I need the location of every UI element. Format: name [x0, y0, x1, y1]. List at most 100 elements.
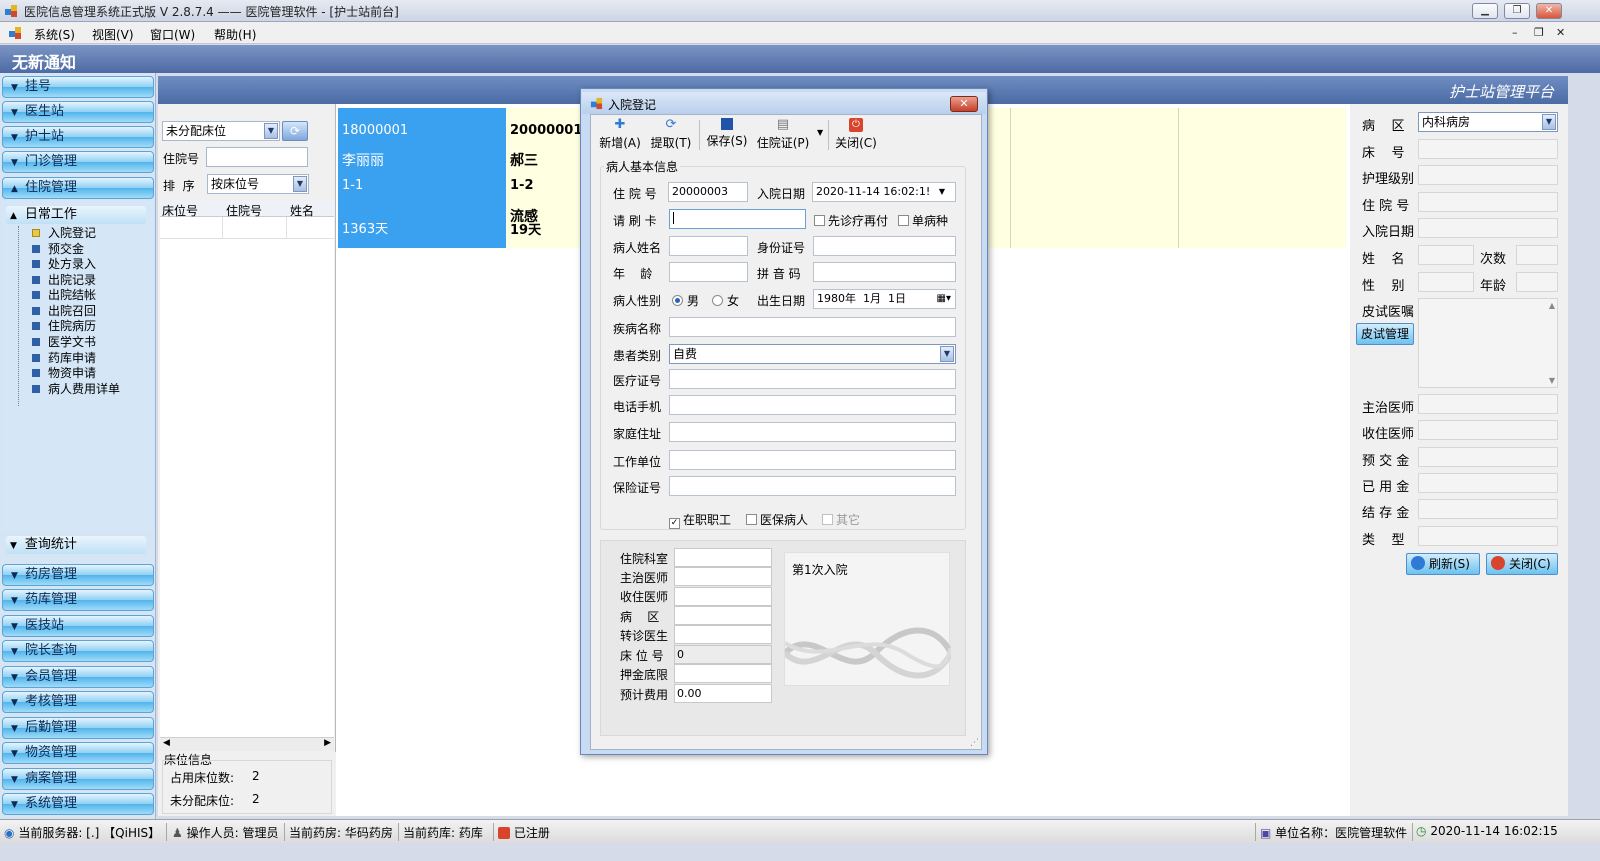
restore-button[interactable]: ❐ [1504, 3, 1530, 19]
phone-input[interactable] [669, 395, 956, 415]
mdi-minimize-icon[interactable]: – [1512, 26, 1518, 39]
gender-male-radio[interactable]: 男 [672, 292, 699, 309]
nav-logistics[interactable]: ▼ 后勤管理 [2, 717, 154, 739]
nav-assessment[interactable]: ▼ 考核管理 [2, 691, 154, 713]
nav-outpatient[interactable]: ▼ 门诊管理 [2, 151, 154, 173]
mdi-close-icon[interactable]: ✕ [1556, 26, 1565, 39]
work-unit-input[interactable] [669, 450, 956, 470]
tree-item-discharge-settle[interactable]: 出院结帐 [32, 288, 96, 303]
attending-doctor-field[interactable] [674, 567, 772, 586]
bed-card-1[interactable]: 18000001 李丽丽 1-1 1363天 [338, 108, 506, 248]
dialog-close-button[interactable]: ✕ [950, 96, 978, 112]
dropdown-arrow-icon[interactable]: ▼ [1542, 114, 1556, 130]
menu-window[interactable]: 窗口(W) [150, 26, 195, 43]
age-input[interactable] [669, 262, 748, 282]
table-row[interactable] [160, 217, 334, 239]
bed-grid[interactable] [160, 217, 334, 737]
tree-item-medical-record[interactable]: 住院病历 [32, 319, 96, 334]
sort-select[interactable]: 按床位号 ▼ [207, 174, 309, 194]
medical-no-input[interactable] [669, 369, 956, 389]
tree-item-admission[interactable]: 入院登记 [32, 226, 96, 241]
bed-grid-hscroll[interactable]: ◀ ▶ [160, 737, 334, 751]
nav-drug-warehouse[interactable]: ▼ 药库管理 [2, 589, 154, 611]
nav-member[interactable]: ▼ 会员管理 [2, 666, 154, 688]
calendar-icon[interactable]: ▦▾ [937, 290, 951, 308]
nav-doctor-station[interactable]: ▼ 医生站 [2, 101, 154, 123]
single-disease-checkbox[interactable]: 单病种 [898, 212, 948, 229]
name-field [1418, 245, 1474, 265]
tree-item-discharge-recall[interactable]: 出院召回 [32, 304, 96, 319]
skin-test-manage-button[interactable]: 皮试管理 [1356, 323, 1414, 345]
refresh-icon[interactable]: ⟳ [282, 121, 308, 141]
tree-item-medical-docs[interactable]: 医学文书 [32, 335, 96, 350]
tree-item-fee-detail[interactable]: 病人费用详单 [32, 382, 120, 397]
scroll-up-icon[interactable]: ▲ [1549, 301, 1555, 310]
id-card-input[interactable] [813, 236, 956, 256]
tree-item-prescription[interactable]: 处方录入 [32, 257, 96, 272]
admission-cert-button[interactable]: ▤ 住院证(P) [756, 118, 810, 154]
disease-input[interactable] [669, 317, 956, 337]
card-swipe-input[interactable] [669, 209, 806, 229]
tree-group-daily[interactable]: ▲ 日常工作 [6, 206, 146, 224]
insurance-no-input[interactable] [669, 476, 956, 496]
dialog-titlebar[interactable]: 入院登记 [582, 92, 986, 114]
admit-date-picker[interactable]: 2020-11-14 16:02:1! ▼ [812, 182, 956, 202]
tree-item-deposit[interactable]: 预交金 [32, 242, 84, 257]
close-dialog-button[interactable]: ⏻ 关闭(C) [834, 118, 878, 154]
nav-case-records[interactable]: ▼ 病案管理 [2, 768, 154, 790]
nav-medtech[interactable]: ▼ 医技站 [2, 615, 154, 637]
nav-pharmacy[interactable]: ▼ 药房管理 [2, 564, 154, 586]
tree-item-supply-request[interactable]: 物资申请 [32, 366, 96, 381]
patient-type-select[interactable]: 自费 ▼ [669, 344, 956, 364]
save-button[interactable]: 保存(S) [706, 118, 748, 154]
refresh-button[interactable]: 刷新(S) [1406, 553, 1480, 575]
dropdown-arrow-icon[interactable]: ▼ [264, 123, 278, 139]
birth-date-picker[interactable]: 1980年 1月 1日 ▦▾ [813, 289, 956, 309]
nav-registration[interactable]: ▼ 挂号 [2, 76, 154, 98]
patient-name-input[interactable] [669, 236, 748, 256]
resize-grip-icon[interactable]: ⋰ [970, 738, 979, 748]
scroll-left-icon[interactable]: ◀ [163, 738, 170, 748]
dropdown-arrow-icon[interactable]: ▼ [940, 346, 954, 362]
bed-filter-select[interactable]: 未分配床位 ▼ [162, 121, 280, 141]
scroll-down-icon[interactable]: ▼ [1549, 376, 1555, 385]
gender-female-radio[interactable]: 女 [712, 292, 739, 309]
nav-nurse-station[interactable]: ▼ 护士站 [2, 126, 154, 148]
other-checkbox[interactable]: 其它 [822, 511, 860, 528]
dropdown-arrow-icon[interactable]: ▼ [293, 176, 307, 192]
menu-view[interactable]: 视图(V) [92, 26, 134, 43]
close-window-button[interactable]: ✕ [1536, 3, 1562, 19]
pre-treat-checkbox[interactable]: 先诊疗再付 [814, 212, 888, 229]
nav-director-query[interactable]: ▼ 院长查询 [2, 640, 154, 662]
nav-system[interactable]: ▼ 系统管理 [2, 793, 154, 815]
mdi-restore-icon[interactable]: ❐ [1534, 26, 1544, 39]
fetch-button[interactable]: ⟳ 提取(T) [650, 118, 692, 154]
address-input[interactable] [669, 422, 956, 442]
close-panel-button[interactable]: 关闭(C) [1486, 553, 1558, 575]
dropdown-arrow-icon[interactable]: ▼ [939, 183, 945, 201]
tree-item-discharge-record[interactable]: 出院记录 [32, 273, 96, 288]
skin-test-list[interactable]: ▲ ▼ [1418, 298, 1558, 388]
menu-system[interactable]: 系统(S) [34, 26, 75, 43]
estimated-cost-field[interactable]: 0.00 [674, 684, 772, 703]
dept-field[interactable] [674, 548, 772, 567]
deposit-floor-field[interactable] [674, 664, 772, 683]
insured-checkbox[interactable]: 医保病人 [746, 511, 808, 528]
tree-item-drug-request[interactable]: 药库申请 [32, 351, 96, 366]
employed-checkbox[interactable]: ✓ 在职职工 [669, 511, 731, 529]
inpatient-no-input[interactable] [206, 147, 308, 167]
new-button[interactable]: ✚ 新增(A) [598, 118, 642, 154]
scroll-right-icon[interactable]: ▶ [324, 738, 331, 748]
nav-inpatient[interactable]: ▲ 住院管理 [2, 177, 154, 199]
nav-materials[interactable]: ▼ 物资管理 [2, 742, 154, 764]
ward-field-d[interactable] [674, 606, 772, 625]
ward-select[interactable]: 内科病房 ▼ [1418, 112, 1558, 132]
menu-help[interactable]: 帮助(H) [214, 26, 256, 43]
minimize-button[interactable]: ▁ [1472, 3, 1498, 19]
inpatient-no-field[interactable]: 20000003 [668, 182, 748, 202]
pinyin-input[interactable] [813, 262, 956, 282]
dropdown-arrow-icon[interactable]: ▼ [817, 128, 823, 137]
referral-doctor-field[interactable] [674, 625, 772, 644]
admitting-doctor-field[interactable] [674, 587, 772, 606]
tree-group-query[interactable]: ▼ 查询统计 [6, 536, 146, 554]
